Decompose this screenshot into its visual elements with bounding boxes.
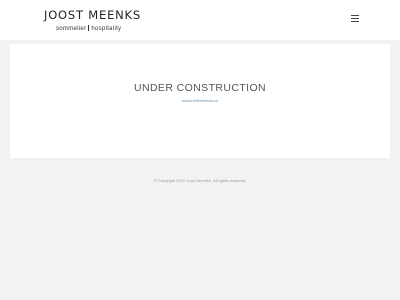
- logo-name: JOOST MEENKS: [44, 8, 141, 22]
- website-link[interactable]: www.hollemeenks.nl: [10, 98, 390, 103]
- footer-copyright: © Copyright 2020 Joost Meenks. All right…: [153, 178, 247, 183]
- site-logo[interactable]: JOOST MEENKS sommelier hospitality: [44, 8, 141, 32]
- logo-tagline: sommelier hospitality: [56, 24, 141, 32]
- site-header: JOOST MEENKS sommelier hospitality: [0, 0, 400, 40]
- tagline-right: hospitality: [91, 25, 122, 32]
- tagline-left: sommelier: [56, 25, 87, 32]
- tagline-separator: [88, 24, 90, 31]
- hamburger-menu-icon[interactable]: [350, 13, 360, 23]
- content-panel: UNDER CONSTRUCTION www.hollemeenks.nl: [10, 44, 390, 158]
- page-title: UNDER CONSTRUCTION: [133, 82, 267, 94]
